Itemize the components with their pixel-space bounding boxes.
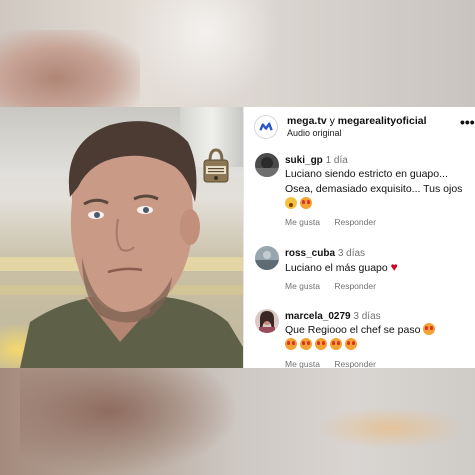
comment-actions: Me gusta Responder: [285, 359, 376, 368]
avatar[interactable]: [255, 153, 279, 177]
heart-eyes-emoji: [299, 197, 312, 209]
comment-time: 1 día: [325, 155, 348, 166]
heart-eyes-emoji: [314, 338, 327, 350]
post-accounts[interactable]: mega.tv y megarealityoficial: [287, 115, 427, 127]
comment-username[interactable]: marcela_0279 3 días: [285, 311, 381, 322]
account-connector: y: [329, 115, 335, 127]
heart-eyes-emoji: [329, 338, 342, 350]
heart-eyes-emoji: [344, 338, 357, 350]
mega-logo-avatar[interactable]: [254, 115, 278, 139]
comment-username[interactable]: suki_gp 1 día: [285, 155, 348, 166]
avatar[interactable]: [255, 309, 279, 333]
comment-actions: Me gusta Responder: [285, 217, 376, 227]
red-heart-emoji: ♥: [390, 260, 398, 274]
like-button[interactable]: Me gusta: [285, 281, 320, 291]
more-options-icon[interactable]: •••: [460, 114, 475, 130]
mega-logo-icon: [259, 122, 273, 131]
avatar[interactable]: [255, 246, 279, 270]
heart-eyes-emoji: [285, 338, 297, 350]
comment-text: Que Regiooo el chef se paso: [285, 323, 471, 353]
audio-label[interactable]: Audio original: [287, 128, 342, 138]
comment-time: 3 días: [353, 311, 381, 322]
like-button[interactable]: Me gusta: [285, 359, 320, 368]
reply-button[interactable]: Responder: [334, 281, 376, 291]
comment-time: 3 días: [337, 248, 366, 259]
like-button[interactable]: Me gusta: [285, 217, 320, 227]
blurred-background-top: [0, 0, 475, 110]
reply-button[interactable]: Responder: [334, 359, 376, 368]
instagram-post: mega.tv y megarealityoficial Audio origi…: [0, 107, 475, 368]
comment-actions: Me gusta Responder: [285, 281, 376, 291]
comment-text: Luciano el más guapo ♥: [285, 260, 398, 274]
heart-eyes-emoji: [423, 323, 436, 335]
post-header: mega.tv y megarealityoficial Audio origi…: [243, 107, 475, 147]
comment-text: Luciano siendo estricto en guapo... Osea…: [285, 167, 471, 212]
comments-panel: mega.tv y megarealityoficial Audio origi…: [243, 107, 475, 368]
blurred-background-bottom: [0, 368, 475, 475]
fabrica-de-chefs-logo: [201, 147, 231, 185]
hushed-face-emoji: [285, 197, 297, 209]
account-secondary[interactable]: megarealityoficial: [338, 115, 427, 127]
comment-username[interactable]: ross_cuba 3 días: [285, 248, 365, 259]
heart-eyes-emoji: [299, 338, 312, 350]
reply-button[interactable]: Responder: [334, 217, 376, 227]
post-video[interactable]: [0, 107, 243, 368]
account-primary[interactable]: mega.tv: [287, 115, 327, 127]
